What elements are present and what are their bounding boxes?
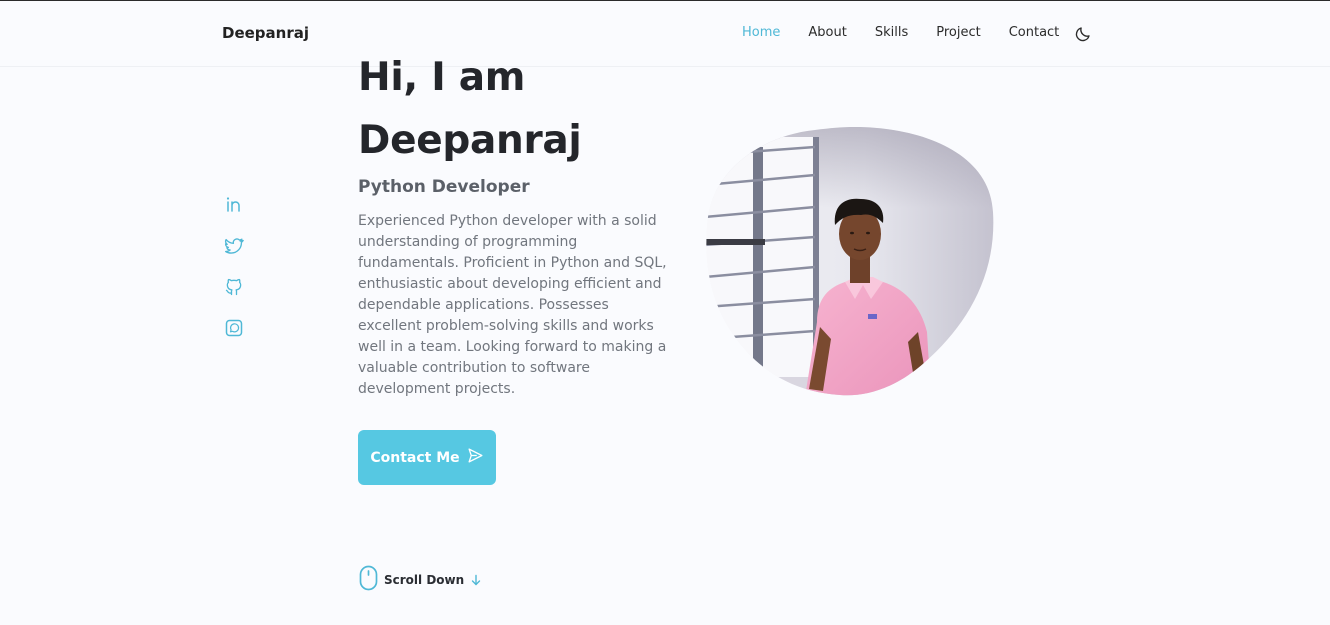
hero-name: Deepanraj	[358, 118, 582, 163]
main-nav: Home About Skills Project Contact	[742, 25, 1087, 40]
moon-icon[interactable]	[1074, 25, 1092, 43]
logo[interactable]: Deepanraj	[222, 24, 309, 42]
whatsapp-icon[interactable]	[224, 318, 244, 338]
nav-home[interactable]: Home	[742, 25, 780, 40]
contact-me-label: Contact Me	[370, 449, 460, 466]
github-icon[interactable]	[224, 277, 244, 297]
scroll-down-label: Scroll Down	[384, 573, 465, 587]
header: Deepanraj Home About Skills Project Cont…	[0, 0, 1330, 67]
send-icon	[467, 447, 484, 468]
nav-project[interactable]: Project	[936, 25, 980, 40]
hero-description: Experienced Python developer with a soli…	[358, 213, 667, 397]
arrow-down-icon	[470, 571, 482, 590]
profile-image	[705, 127, 995, 397]
nav-skills[interactable]: Skills	[875, 25, 908, 40]
nav-contact[interactable]: Contact	[1009, 25, 1060, 40]
twitter-icon[interactable]	[224, 236, 244, 256]
linkedin-icon[interactable]	[224, 195, 244, 215]
hero-subtitle: Python Developer	[358, 177, 530, 197]
mouse-icon	[359, 565, 378, 595]
nav-about[interactable]: About	[808, 25, 846, 40]
contact-me-button[interactable]: Contact Me	[358, 430, 496, 485]
scroll-down-link[interactable]: Scroll Down	[359, 565, 482, 595]
hero-greeting: Hi, I am	[358, 55, 526, 100]
